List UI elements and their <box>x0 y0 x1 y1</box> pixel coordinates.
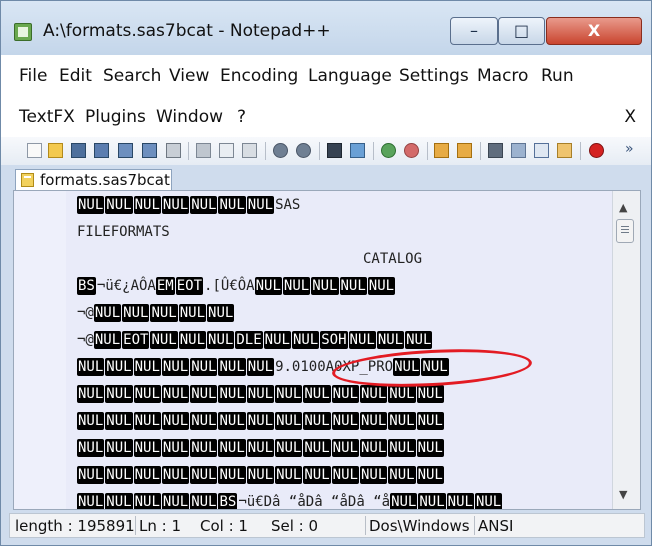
menu-macro[interactable]: Macro <box>477 66 528 86</box>
notepadpp-app-icon <box>14 23 32 41</box>
minimize-button[interactable]: – <box>450 17 498 45</box>
zoom-out-icon[interactable] <box>404 143 419 158</box>
close-icon[interactable] <box>118 143 133 158</box>
paste-icon[interactable] <box>242 143 257 158</box>
menu-bar-row-2: TextFX Plugins Window ? X <box>1 96 651 137</box>
new-file-icon[interactable] <box>27 143 42 158</box>
menu-window[interactable]: Window <box>156 107 223 127</box>
all-chars-icon[interactable] <box>511 143 526 158</box>
find-icon[interactable] <box>327 143 342 158</box>
print-icon[interactable] <box>166 143 181 158</box>
editor-line-1: NUL NUL NUL NUL NUL NUL NUL SAS <box>77 196 301 214</box>
notepadpp-window: A:\formats.sas7bcat - Notepad++ – □ X Fi… <box>0 0 652 546</box>
open-folder-icon[interactable] <box>48 143 63 158</box>
status-eol: Dos\Windows <box>369 517 470 535</box>
tab-strip: formats.sas7bcat <box>1 165 651 190</box>
editor-line-4: BS ¬ü€¿AÔAEM EOT .[Û€ÔANUL NUL NUL NUL NUL <box>77 277 396 295</box>
editor-line-9: NUL NUL NUL NUL NUL NUL NUL NUL NUL NUL NUL NUL NUL <box>77 412 444 430</box>
menu-edit[interactable]: Edit <box>59 66 92 86</box>
menu-encoding[interactable]: Encoding <box>220 66 298 86</box>
sync-h-icon[interactable] <box>457 143 472 158</box>
close-button[interactable]: X <box>546 17 642 45</box>
status-line: Ln : 1 <box>139 517 181 535</box>
scroll-thumb[interactable] <box>616 219 634 243</box>
menu-search[interactable]: Search <box>103 66 161 86</box>
window-title: A:\formats.sas7bcat - Notepad++ <box>43 21 331 41</box>
close-all-icon[interactable] <box>142 143 157 158</box>
undo-icon[interactable] <box>273 143 288 158</box>
editor-line-2: FILEFORMATS <box>77 224 170 240</box>
tab-formats-sas7bcat[interactable]: formats.sas7bcat <box>15 169 172 190</box>
zoom-in-icon[interactable] <box>381 143 396 158</box>
menu-file[interactable]: File <box>19 66 47 86</box>
menu-view[interactable]: View <box>169 66 209 86</box>
save-icon[interactable] <box>71 143 86 158</box>
editor-line-5: ¬@NUL NUL NUL NUL NUL <box>77 304 235 322</box>
menu-language[interactable]: Language <box>308 66 392 86</box>
text-area[interactable]: NUL NUL NUL NUL NUL NUL NUL SAS FILEFORMATS CAT… <box>66 191 614 509</box>
close-document-button[interactable]: X <box>624 107 636 127</box>
redo-icon[interactable] <box>296 143 311 158</box>
title-bar: A:\formats.sas7bcat - Notepad++ – □ X <box>1 1 651 55</box>
status-bar: length : 195891 Ln : 1 Col : 1 Sel : 0 D… <box>9 513 645 538</box>
editor-pane[interactable]: NUL NUL NUL NUL NUL NUL NUL SAS FILEFORMATS CAT… <box>13 190 641 510</box>
tab-label: formats.sas7bcat <box>40 171 170 189</box>
indent-guide-icon[interactable] <box>534 143 549 158</box>
record-macro-icon[interactable] <box>589 143 604 158</box>
status-length: length : 195891 <box>15 517 135 535</box>
menu-textfx[interactable]: TextFX <box>19 107 75 127</box>
wrap-icon[interactable] <box>488 143 503 158</box>
maximize-button[interactable]: □ <box>498 17 545 45</box>
vertical-scrollbar[interactable]: ▲ ▼ <box>612 191 640 509</box>
toolbar: » <box>1 137 651 166</box>
cut-icon[interactable] <box>196 143 211 158</box>
editor-line-11: NUL NUL NUL NUL NUL NUL NUL NUL NUL NUL NUL NUL NUL <box>77 466 444 484</box>
replace-icon[interactable] <box>350 143 365 158</box>
menu-settings[interactable]: Settings <box>399 66 469 86</box>
editor-line-6: ¬@NUL EOT NUL NUL NUL DLE NUL NUL SOH NUL NUL NUL <box>77 331 433 349</box>
overflow-icon[interactable]: » <box>625 142 639 158</box>
scroll-down-icon[interactable]: ▼ <box>619 488 627 501</box>
editor-line-3: CATALOG <box>363 251 423 267</box>
status-selection: Sel : 0 <box>271 517 319 535</box>
editor-line-10: NUL NUL NUL NUL NUL NUL NUL NUL NUL NUL NUL NUL NUL <box>77 439 444 457</box>
status-encoding: ANSI <box>478 517 514 535</box>
menu-bar-row-1: File Edit Search View Encoding Language … <box>1 55 651 96</box>
editor-line-12: NUL NUL NUL NUL NUL BS ¬ü€Dâ “åDâ “åDâ “åNUL NU… <box>77 493 503 510</box>
menu-help[interactable]: ? <box>237 107 246 127</box>
scroll-up-icon[interactable]: ▲ <box>619 201 627 214</box>
document-tab-icon <box>21 173 34 187</box>
copy-icon[interactable] <box>219 143 234 158</box>
menu-plugins[interactable]: Plugins <box>85 107 146 127</box>
menu-run[interactable]: Run <box>541 66 574 86</box>
line-number-gutter <box>14 191 66 509</box>
sync-v-icon[interactable] <box>434 143 449 158</box>
bookmark-icon[interactable] <box>557 143 572 158</box>
status-column: Col : 1 <box>200 517 248 535</box>
save-all-icon[interactable] <box>94 143 109 158</box>
